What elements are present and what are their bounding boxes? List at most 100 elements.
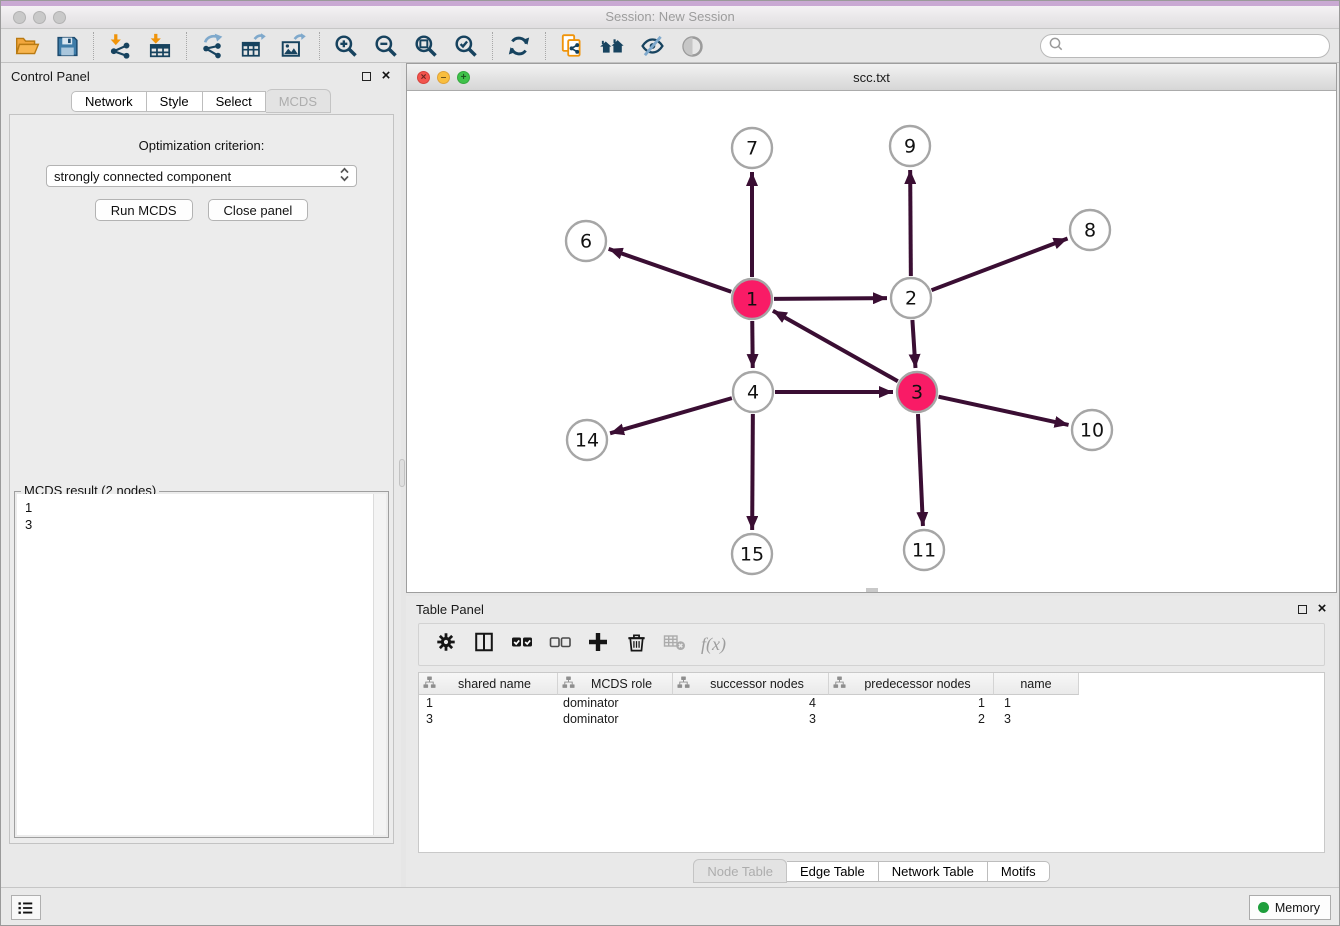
graph-edge-4-14[interactable] (610, 398, 732, 433)
graph-node-6[interactable]: 6 (566, 221, 606, 261)
search-field[interactable] (1040, 34, 1330, 58)
float-table-panel-icon[interactable] (1295, 602, 1309, 616)
export-image-button[interactable] (273, 31, 313, 61)
table-cell[interactable]: dominator (558, 711, 673, 727)
open-session-button[interactable] (7, 31, 47, 61)
graph-node-7[interactable]: 7 (732, 128, 772, 168)
export-network-button[interactable] (193, 31, 233, 61)
column-header-mcds-role[interactable]: MCDS role (558, 673, 673, 695)
show-columns-button[interactable] (507, 630, 537, 660)
cyndex-browser-button[interactable] (592, 31, 632, 61)
export-network-icon (200, 33, 226, 59)
create-column-button[interactable] (583, 630, 613, 660)
export-table-button[interactable] (233, 31, 273, 61)
save-session-button[interactable] (47, 31, 87, 61)
control-panel: Control Panel × NetworkStyleSelectMCDS O… (1, 63, 401, 889)
graph-edge-3-10[interactable] (938, 397, 1068, 425)
table-cell[interactable]: 1 (994, 695, 1079, 711)
export-table-icon (240, 33, 266, 59)
table-row[interactable]: 3dominator323 (419, 711, 1324, 727)
column-header-name[interactable]: name (994, 673, 1079, 695)
graph-edge-4-15[interactable] (752, 414, 753, 530)
close-panel-button[interactable]: Close panel (208, 199, 309, 221)
tab-network-table[interactable]: Network Table (879, 861, 988, 882)
network-window-title: scc.txt (407, 70, 1336, 85)
column-header-shared-name[interactable]: shared name (419, 673, 558, 695)
tab-motifs[interactable]: Motifs (988, 861, 1050, 882)
criterion-select[interactable]: strongly connected component (46, 165, 357, 187)
trash-icon (625, 631, 648, 659)
graph-node-4[interactable]: 4 (733, 372, 773, 412)
graph-edge-2-9[interactable] (910, 170, 911, 276)
network-canvas[interactable]: 7 9 6 8 1 2 4 3 14 10 15 11 (407, 92, 1336, 592)
import-table-button[interactable] (140, 31, 180, 61)
zoom-out-button[interactable] (366, 31, 406, 61)
tab-node-table[interactable]: Node Table (693, 859, 787, 883)
tab-mcds[interactable]: MCDS (266, 89, 331, 113)
table-mode-button[interactable] (431, 630, 461, 660)
graph-node-3[interactable]: 3 (897, 372, 937, 412)
table-cell[interactable]: 1 (419, 695, 558, 711)
network-window-titlebar[interactable]: × – + scc.txt (407, 64, 1336, 91)
graph-edge-1-2[interactable] (774, 298, 887, 299)
tab-edge-table[interactable]: Edge Table (787, 861, 879, 882)
table-cell[interactable]: 3 (994, 711, 1079, 727)
table-cell[interactable]: 3 (673, 711, 829, 727)
svg-text:7: 7 (746, 138, 758, 160)
mcds-result-textarea[interactable]: 13 (17, 494, 386, 835)
table-cell[interactable]: dominator (558, 695, 673, 711)
graph-edge-1-6[interactable] (609, 249, 732, 292)
column-header-successor-nodes[interactable]: successor nodes (673, 673, 829, 695)
import-network-button[interactable] (100, 31, 140, 61)
tab-style[interactable]: Style (147, 91, 203, 112)
table-cell[interactable]: 2 (829, 711, 994, 727)
delete-table-button (659, 630, 689, 660)
zoom-in-icon (333, 33, 359, 59)
panel-splitter-handle[interactable] (399, 459, 405, 487)
svg-text:1: 1 (746, 289, 758, 311)
table-row[interactable]: 1dominator411 (419, 695, 1324, 711)
table-cell[interactable]: 1 (829, 695, 994, 711)
delete-column-button[interactable] (621, 630, 651, 660)
graph-node-15[interactable]: 15 (732, 534, 772, 574)
graph-node-1[interactable]: 1 (732, 279, 772, 319)
zoom-in-button[interactable] (326, 31, 366, 61)
task-history-button[interactable] (11, 895, 41, 920)
table-cell[interactable]: 3 (419, 711, 558, 727)
graph-node-9[interactable]: 9 (890, 126, 930, 166)
apply-layout-button[interactable] (499, 31, 539, 61)
show-graphics-details-button[interactable] (672, 31, 712, 61)
graph-node-8[interactable]: 8 (1070, 210, 1110, 250)
folder-open-icon (14, 33, 40, 59)
graph-edge-3-1[interactable] (773, 311, 898, 381)
frame-resize-handle[interactable] (866, 588, 878, 592)
run-mcds-button[interactable]: Run MCDS (95, 199, 193, 221)
float-panel-icon[interactable] (359, 69, 373, 83)
toggle-panel-button[interactable] (469, 630, 499, 660)
close-panel-icon[interactable]: × (379, 69, 393, 83)
graph-node-2[interactable]: 2 (891, 278, 931, 318)
graph-edge-2-3[interactable] (912, 320, 915, 368)
tab-network[interactable]: Network (71, 91, 147, 112)
memory-button[interactable]: Memory (1249, 895, 1331, 920)
graph-edge-2-8[interactable] (932, 239, 1068, 291)
tab-select[interactable]: Select (203, 91, 266, 112)
table-toolbar: f(x) (418, 623, 1325, 666)
table-cell[interactable]: 4 (673, 695, 829, 711)
column-header-predecessor-nodes[interactable]: predecessor nodes (829, 673, 994, 695)
graph-edge-1-4[interactable] (752, 321, 753, 368)
graph-edge-3-11[interactable] (918, 414, 923, 526)
zoom-selected-button[interactable] (446, 31, 486, 61)
close-table-panel-icon[interactable]: × (1315, 602, 1329, 616)
graph-node-10[interactable]: 10 (1072, 410, 1112, 450)
graph-node-11[interactable]: 11 (904, 530, 944, 570)
new-network-from-selection-button[interactable] (552, 31, 592, 61)
uncheck-pair-icon (548, 630, 572, 659)
search-input[interactable] (1068, 37, 1329, 55)
hide-graphics-details-button[interactable] (632, 31, 672, 61)
hide-columns-button[interactable] (545, 630, 575, 660)
graph-node-14[interactable]: 14 (567, 420, 607, 460)
toolbar-separator (492, 32, 493, 60)
zoom-fit-button[interactable] (406, 31, 446, 61)
result-scrollbar[interactable] (373, 494, 386, 835)
